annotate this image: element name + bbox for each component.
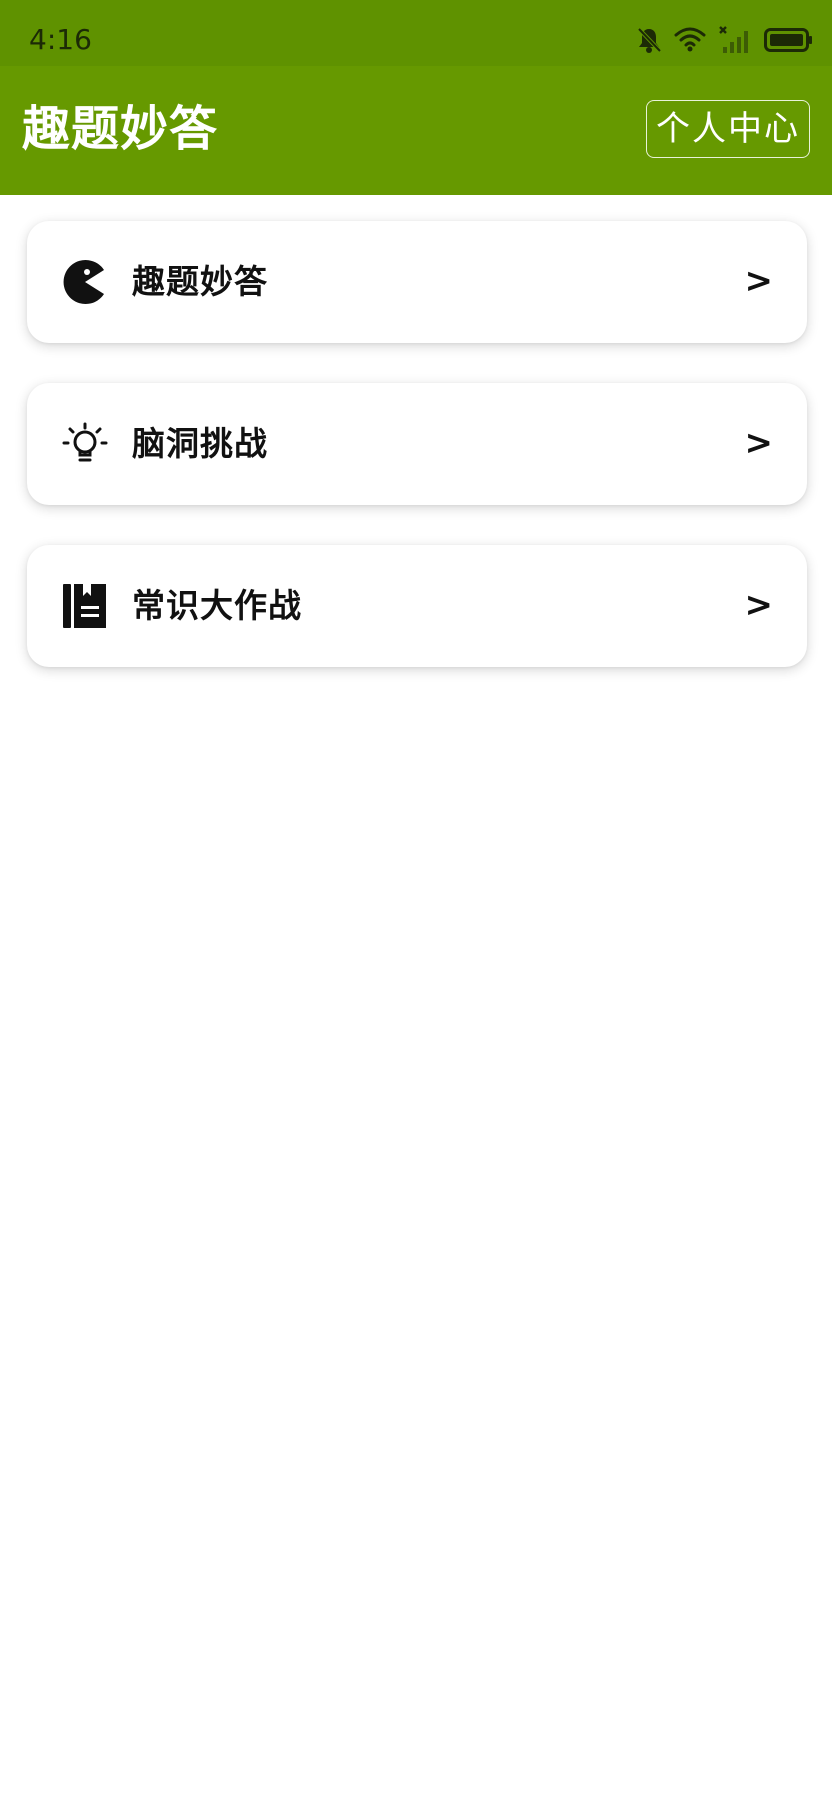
profile-button[interactable]: 个人中心 — [646, 100, 810, 158]
battery-icon — [764, 27, 814, 53]
menu-item-label: 脑洞挑战 — [132, 424, 268, 463]
chevron-right-icon: > — [744, 423, 774, 463]
app-bar: 趣题妙答 个人中心 — [0, 66, 832, 195]
menu-item-brain-challenge[interactable]: 脑洞挑战 > — [27, 383, 807, 505]
pacman-icon — [61, 258, 109, 306]
bell-off-icon — [636, 26, 662, 54]
lightbulb-icon — [61, 420, 109, 468]
book-icon — [61, 582, 109, 630]
menu-item-quiz[interactable]: 趣题妙答 > — [27, 221, 807, 343]
menu-item-label: 常识大作战 — [132, 586, 302, 625]
wifi-icon — [674, 27, 706, 53]
status-icons — [636, 24, 814, 56]
menu-item-common-sense[interactable]: 常识大作战 > — [27, 545, 807, 667]
app-title: 趣题妙答 — [22, 101, 219, 157]
signal-icon — [718, 25, 752, 55]
status-time: 4:16 — [29, 23, 92, 56]
chevron-right-icon: > — [744, 585, 774, 625]
chevron-right-icon: > — [744, 261, 774, 301]
menu-item-label: 趣题妙答 — [132, 262, 268, 301]
status-bar: 4:16 — [0, 0, 832, 66]
